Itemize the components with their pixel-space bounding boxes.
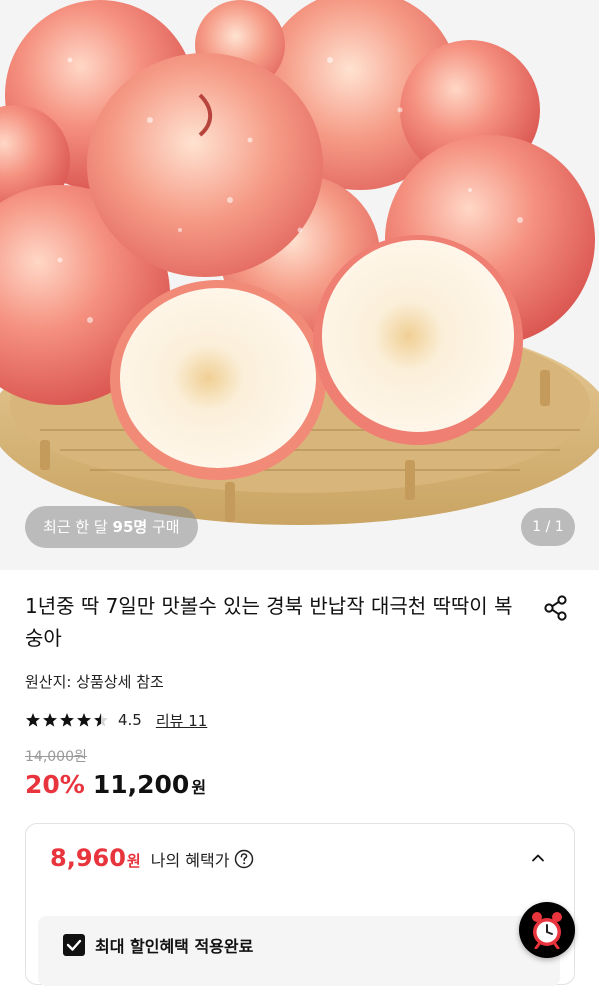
original-price: 14,000원 (25, 749, 87, 765)
sale-price: 11,200 (92, 770, 190, 799)
help-button[interactable] (234, 849, 254, 873)
benefit-panel: 8,960 원 나의 혜택가 최대 할인혜택 적용완료 (25, 823, 575, 986)
max-discount-label: 최대 할인혜택 적용완료 (95, 937, 254, 956)
benefit-label: 나의 혜택가 (150, 851, 230, 870)
question-circle-icon (235, 849, 254, 869)
purchase-count: 95명 (112, 518, 148, 536)
chevron-up-icon (532, 854, 544, 862)
benefit-currency: 원 (126, 852, 141, 870)
product-image[interactable]: 최근 한 달 95명 구매 1 / 1 (0, 0, 599, 570)
star-icon (26, 713, 40, 727)
sale-price-currency: 원 (191, 778, 207, 797)
purchase-badge-suffix: 구매 (147, 518, 180, 536)
origin-info: 원산지: 상품상세 참조 (25, 673, 164, 691)
star-icon (60, 713, 74, 727)
alarm-clock-icon (532, 912, 562, 949)
discount-rate: 20% (25, 770, 85, 799)
recent-purchase-badge: 최근 한 달 95명 구매 (25, 506, 198, 548)
review-link[interactable]: 리뷰 11 (156, 710, 207, 731)
purchase-badge-prefix: 최근 한 달 (43, 518, 113, 536)
rating-value: 4.5 (118, 711, 142, 729)
price-row: 20% 11,200 원 (25, 770, 206, 806)
star-icon (77, 713, 91, 727)
benefit-price: 8,960 (50, 844, 126, 872)
image-pager: 1 / 1 (521, 508, 575, 546)
benefit-header[interactable]: 8,960 원 나의 혜택가 (50, 844, 254, 878)
rating-stars (25, 712, 110, 728)
share-button[interactable] (540, 592, 572, 624)
alarm-button[interactable] (519, 902, 575, 958)
star-icon (94, 713, 108, 727)
collapse-button[interactable] (528, 848, 548, 868)
max-discount-checkbox[interactable] (63, 934, 85, 956)
rating-row: 4.5 리뷰 11 (25, 707, 207, 733)
star-icon (43, 713, 57, 727)
share-icon (544, 595, 567, 621)
product-title: 1년중 딱 7일만 맛볼수 있는 경북 반납작 대극천 딱딱이 복숭아 (25, 594, 513, 650)
check-icon (66, 939, 82, 951)
max-discount-row: 최대 할인혜택 적용완료 (38, 916, 560, 986)
peach-basket-photo (0, 0, 599, 570)
